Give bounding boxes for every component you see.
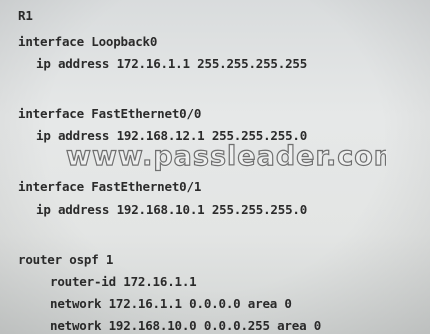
config-line-network-1: network 172.16.1.1 0.0.0.0 area 0: [50, 296, 292, 311]
config-line-interface-fe00: interface FastEthernet0/0: [18, 106, 202, 121]
config-line-interface-loopback0: interface Loopback0: [18, 34, 158, 49]
device-name: R1: [18, 8, 33, 23]
config-line-router-ospf: router ospf 1: [18, 252, 114, 267]
watermark: www.passleader.com: [66, 141, 386, 173]
config-line-network-2: network 192.168.10.0 0.0.0.255 area 0: [50, 318, 322, 333]
config-line-interface-fe01: interface FastEthernet0/1: [18, 179, 202, 194]
config-line-loopback0-ip: ip address 172.16.1.1 255.255.255.255: [36, 56, 308, 71]
config-photo: R1 interface Loopback0 ip address 172.16…: [0, 0, 430, 334]
config-line-fe01-ip: ip address 192.168.10.1 255.255.255.0: [36, 202, 308, 217]
config-line-router-id: router-id 172.16.1.1: [50, 274, 197, 289]
